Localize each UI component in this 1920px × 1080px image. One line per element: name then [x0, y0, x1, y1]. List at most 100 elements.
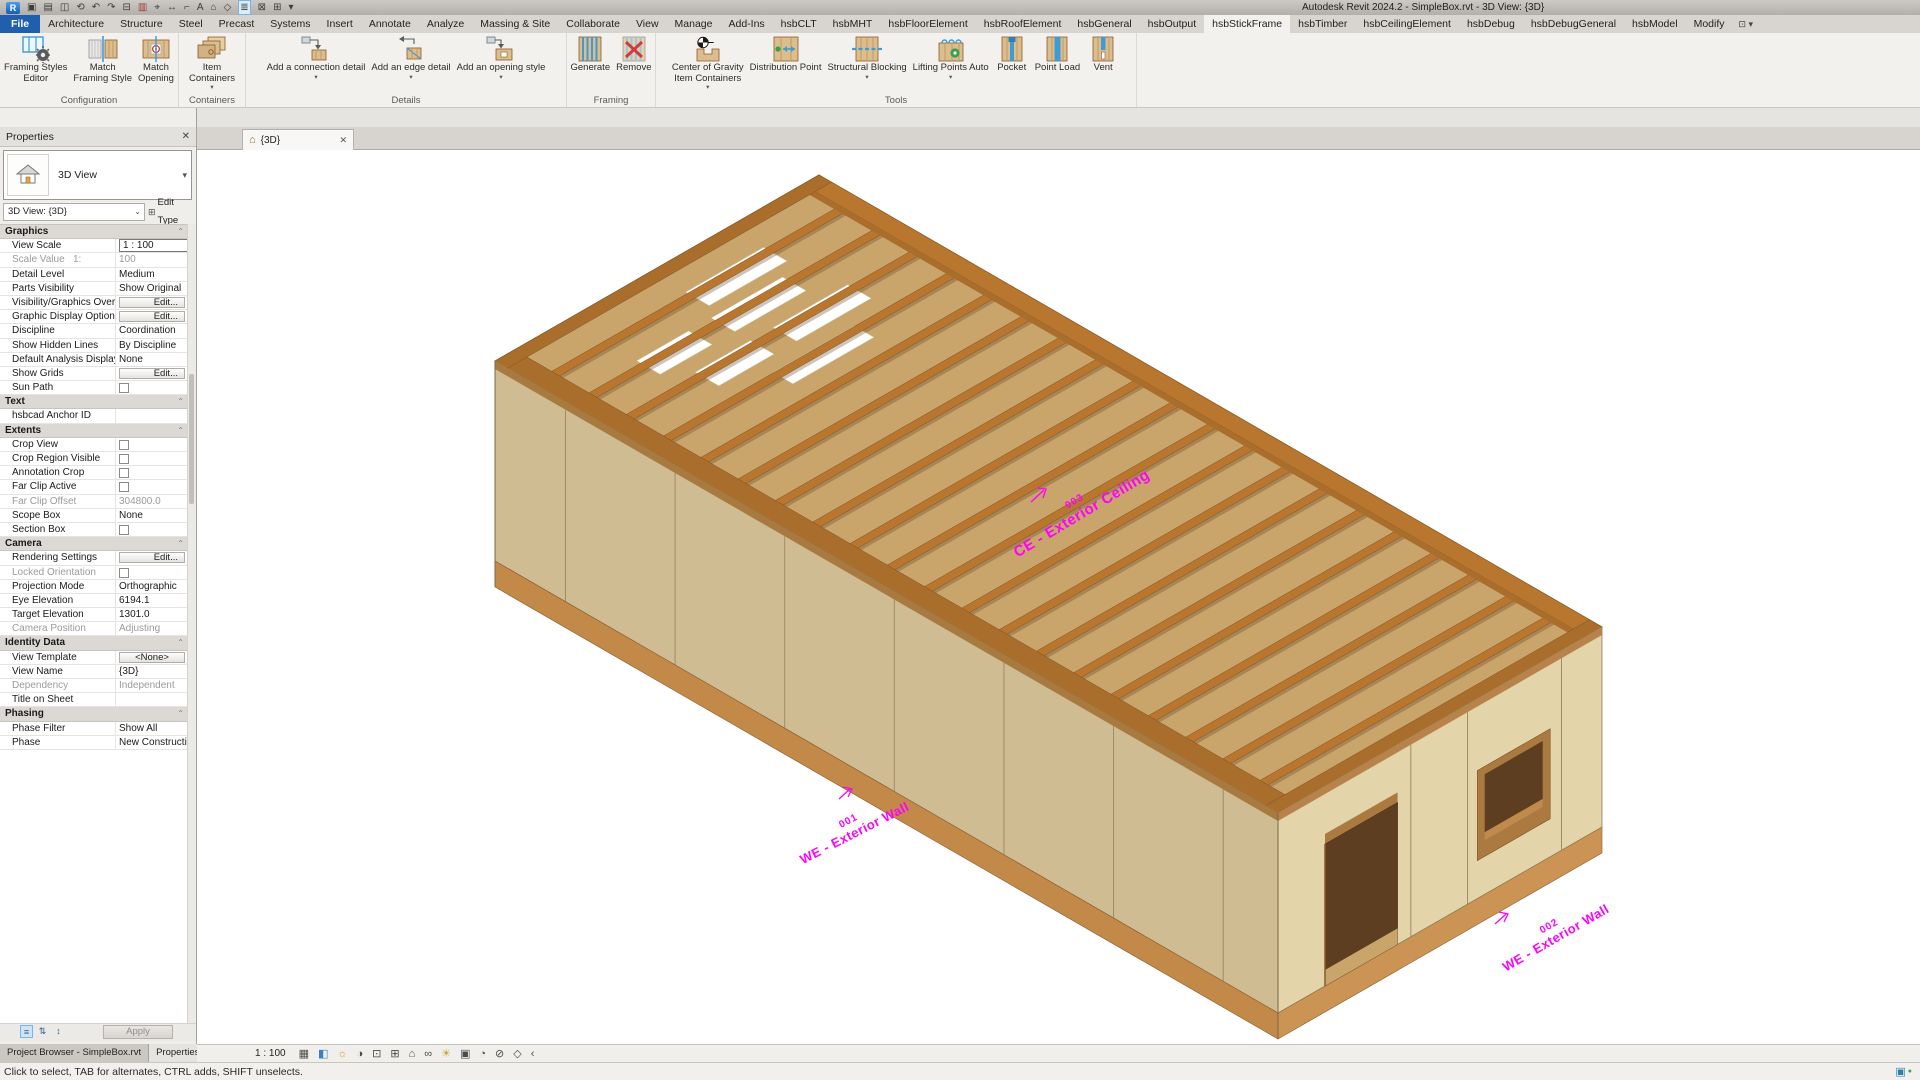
- prop-value[interactable]: By Discipline: [116, 339, 188, 352]
- ribbon-tab-systems[interactable]: Systems: [262, 15, 318, 33]
- prop-value[interactable]: New Construction: [116, 736, 188, 749]
- customize-qat-icon[interactable]: ▾: [288, 1, 293, 14]
- properties-scrollbar[interactable]: [187, 224, 196, 1025]
- prop-value[interactable]: [116, 693, 188, 706]
- scale-control[interactable]: 1 : 100: [255, 1048, 286, 1059]
- dimension-icon[interactable]: ⌐: [184, 1, 190, 14]
- hide-isolate-icon[interactable]: ∞: [424, 1046, 432, 1062]
- button-framing-styles-editor[interactable]: Framing StylesEditor: [1, 34, 70, 84]
- view-tab-3d[interactable]: ⌂ {3D} ✕: [242, 129, 354, 150]
- prop-value[interactable]: Edit...: [116, 367, 188, 380]
- button-match-opening[interactable]: MatchOpening: [135, 34, 177, 84]
- shadows-icon[interactable]: ◑: [357, 1046, 364, 1062]
- value-button[interactable]: Edit...: [119, 297, 185, 308]
- checkbox[interactable]: [119, 440, 129, 450]
- prop-value[interactable]: None: [116, 509, 188, 522]
- ribbon-tab-hsboutput[interactable]: hsbOutput: [1140, 15, 1204, 33]
- measure-icon[interactable]: ↔: [167, 1, 177, 14]
- button-point-load[interactable]: Point Load: [1032, 34, 1083, 74]
- ribbon-tab-hsbmodel[interactable]: hsbModel: [1624, 15, 1686, 33]
- ribbon-tab-massing-site[interactable]: Massing & Site: [472, 15, 558, 33]
- ribbon-tab-view[interactable]: View: [628, 15, 667, 33]
- visual-style-icon[interactable]: ◧: [318, 1046, 328, 1062]
- button-distribution-point[interactable]: Distribution Point: [747, 34, 825, 74]
- button-add-a-connection-detail[interactable]: Add a connection detail▾: [264, 34, 369, 81]
- prop-value[interactable]: [116, 409, 188, 422]
- ribbon-tab-precast[interactable]: Precast: [211, 15, 263, 33]
- ribbon-tab-hsbclt[interactable]: hsbCLT: [773, 15, 825, 33]
- ribbon-tab-hsbmht[interactable]: hsbMHT: [825, 15, 881, 33]
- temporary-view-icon[interactable]: ▣: [460, 1046, 470, 1062]
- ribbon-tab-file[interactable]: File: [0, 15, 40, 33]
- 3d-model[interactable]: [197, 150, 1920, 1044]
- value-button[interactable]: <None>: [119, 652, 185, 663]
- prop-value[interactable]: 6194.1: [116, 594, 188, 607]
- button-structural-blocking[interactable]: Structural Blocking▾: [824, 34, 909, 81]
- ribbon-tab-structure[interactable]: Structure: [112, 15, 171, 33]
- prop-value[interactable]: [116, 381, 188, 394]
- detail-level-icon[interactable]: ▦: [299, 1046, 309, 1062]
- ribbon-tab-steel[interactable]: Steel: [171, 15, 211, 33]
- crop-view-icon[interactable]: ⊡: [372, 1046, 381, 1062]
- ribbon-tab-hsbfloorelement[interactable]: hsbFloorElement: [880, 15, 975, 33]
- checkbox[interactable]: [119, 454, 129, 464]
- ribbon-tab-collaborate[interactable]: Collaborate: [558, 15, 628, 33]
- prop-value[interactable]: Show All: [116, 722, 188, 735]
- reveal-hidden-icon[interactable]: ☀: [441, 1046, 451, 1062]
- ribbon-tab-architecture[interactable]: Architecture: [40, 15, 112, 33]
- prop-value[interactable]: Show Original: [116, 282, 188, 295]
- sort-alpha-icon[interactable]: ↕: [52, 1025, 65, 1038]
- close-icon[interactable]: ✕: [182, 127, 190, 147]
- ribbon-tab-hsbceilingelement[interactable]: hsbCeilingElement: [1355, 15, 1459, 33]
- ribbon-tab-hsbroofelement[interactable]: hsbRoofElement: [976, 15, 1070, 33]
- default-3d-view-icon[interactable]: ⌂: [211, 1, 217, 14]
- displace-elements-icon[interactable]: ◔: [479, 1046, 486, 1062]
- print-icon[interactable]: ⊟: [123, 1, 131, 14]
- ribbon-tab-hsbtimber[interactable]: hsbTimber: [1290, 15, 1355, 33]
- ribbon-tab-add-ins[interactable]: Add-Ins: [720, 15, 772, 33]
- close-icon[interactable]: ✕: [339, 135, 347, 146]
- undo-icon[interactable]: ↶: [92, 1, 100, 14]
- ribbon-tab-manage[interactable]: Manage: [667, 15, 721, 33]
- ribbon-tab-hsbdebuggeneral[interactable]: hsbDebugGeneral: [1523, 15, 1624, 33]
- prop-value[interactable]: Edit...: [116, 296, 188, 309]
- apply-button[interactable]: Apply: [103, 1025, 173, 1039]
- checkbox[interactable]: [119, 525, 129, 535]
- button-generate[interactable]: Generate: [568, 34, 614, 74]
- checkbox[interactable]: [119, 468, 129, 478]
- expand-icon[interactable]: ‹: [531, 1046, 535, 1062]
- prop-value[interactable]: [116, 452, 188, 465]
- switch-windows-icon[interactable]: ⊞: [273, 1, 281, 14]
- prop-value[interactable]: {3D}: [116, 665, 188, 678]
- thin-lines-icon[interactable]: ≣: [238, 0, 250, 15]
- sort-ascending-icon[interactable]: ⇅: [36, 1025, 49, 1038]
- transfer-icon[interactable]: ▥: [138, 1, 147, 14]
- crop-region-icon[interactable]: ⊞: [390, 1046, 399, 1062]
- palette-tab-project-browser-simplebox-rvt[interactable]: Project Browser - SimpleBox.rvt: [0, 1044, 149, 1062]
- type-selector[interactable]: 3D View ▾: [3, 150, 192, 200]
- button-remove[interactable]: Remove: [613, 34, 654, 74]
- section-icon[interactable]: ◇: [224, 1, 232, 14]
- prop-value[interactable]: [116, 523, 188, 536]
- button-vent[interactable]: Vent: [1083, 34, 1123, 74]
- value-button[interactable]: Edit...: [119, 368, 185, 379]
- sync-icon[interactable]: ⟲: [76, 1, 84, 14]
- ribbon-tab-modify[interactable]: Modify: [1686, 15, 1733, 33]
- prop-value[interactable]: Medium: [116, 268, 188, 281]
- value-button[interactable]: Edit...: [119, 311, 185, 322]
- ribbon-tab-analyze[interactable]: Analyze: [419, 15, 472, 33]
- value-input[interactable]: 1 : 100: [119, 239, 188, 252]
- filter-icon[interactable]: ≡: [20, 1025, 33, 1038]
- save-icon[interactable]: ◫: [60, 1, 69, 14]
- document-icon[interactable]: ▣: [27, 1, 36, 14]
- open-icon[interactable]: ▤: [43, 1, 52, 14]
- chevron-down-icon[interactable]: ▾: [182, 170, 187, 181]
- ribbon-tab-hsbgeneral[interactable]: hsbGeneral: [1069, 15, 1139, 33]
- edit-type-button[interactable]: ⊞ Edit Type: [148, 203, 193, 221]
- button-item-containers[interactable]: ItemContainers▾: [186, 34, 238, 91]
- button-add-an-edge-detail[interactable]: Add an edge detail▾: [368, 34, 453, 81]
- button-pocket[interactable]: Pocket: [992, 34, 1032, 74]
- button-center-of-gravity-item-containers[interactable]: Center of GravityItem Containers▾: [669, 34, 747, 91]
- prop-value[interactable]: None: [116, 353, 188, 366]
- button-lifting-points-auto[interactable]: Lifting Points Auto▾: [910, 34, 992, 81]
